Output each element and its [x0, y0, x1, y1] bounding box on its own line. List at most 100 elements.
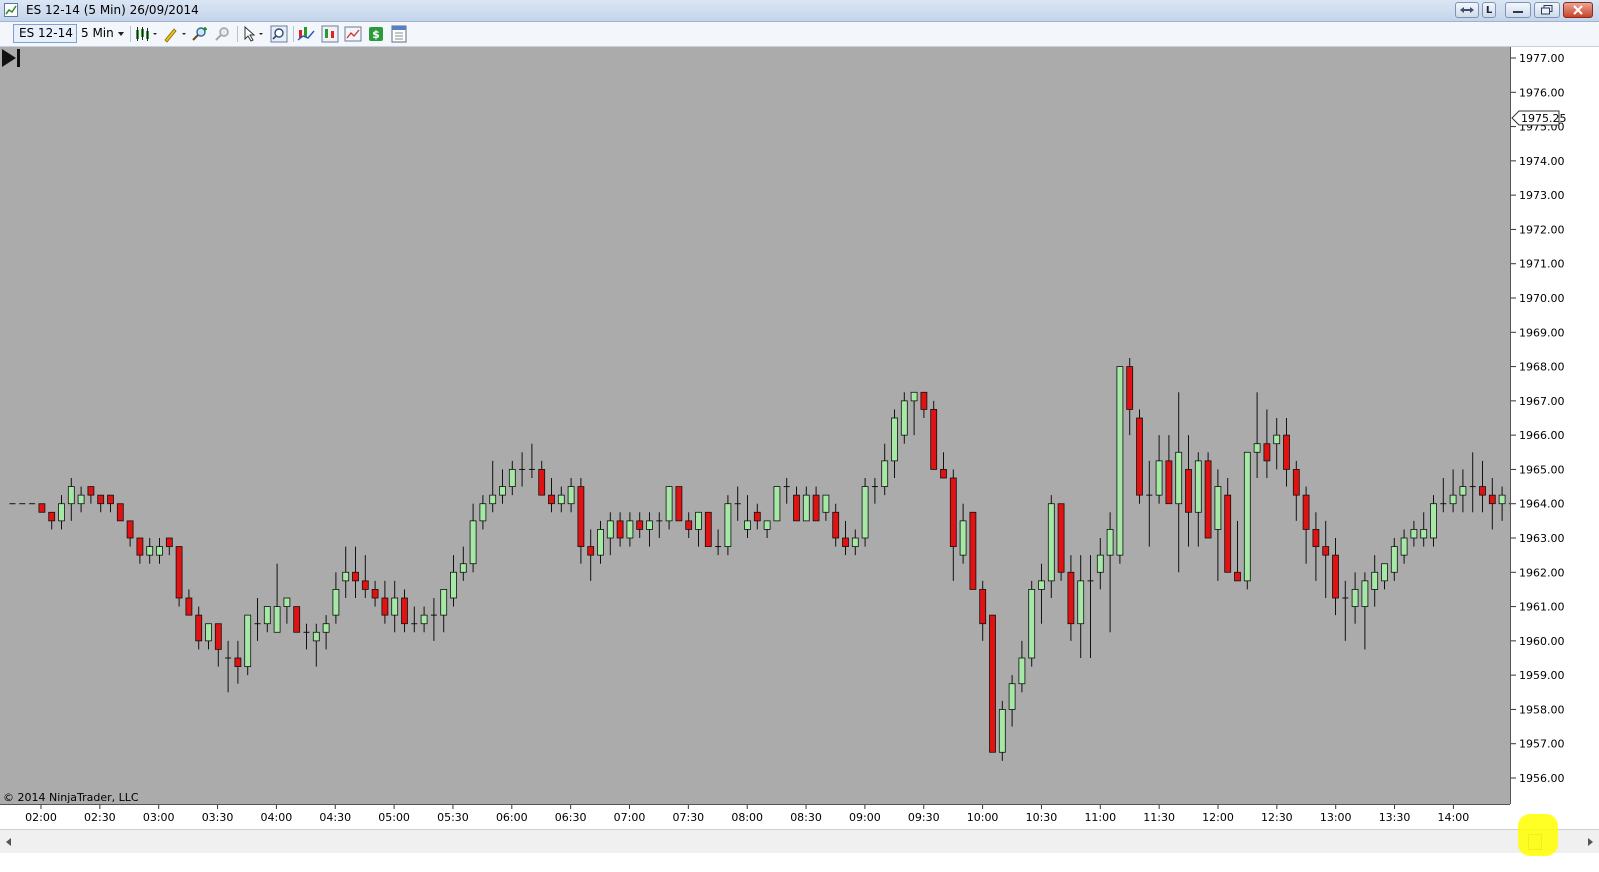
minimize-button[interactable]: [1505, 2, 1531, 18]
candle-body-up: [420, 614, 428, 625]
candle-body-up: [312, 631, 320, 642]
candle-body-down: [1302, 494, 1310, 530]
candle-body-down: [1263, 443, 1271, 462]
candle: [793, 486, 800, 522]
time-axis[interactable]: 02:00 02:30 03:00 03:30 04:00 04:30 05:00 05:30…: [0, 804, 1510, 829]
candle: [636, 512, 644, 538]
candle: [753, 503, 761, 530]
candle: [225, 640, 232, 693]
price-tick-label: 1977.00: [1519, 52, 1565, 65]
price-tick-label: 1976.00: [1519, 86, 1565, 99]
candle-body-up: [1273, 434, 1281, 445]
candle: [411, 606, 418, 633]
candle-body-down: [1322, 546, 1330, 556]
horizontal-scrollbar[interactable]: [0, 829, 1599, 853]
candle-body-down: [1165, 460, 1173, 505]
cursor-icon[interactable]: [242, 25, 268, 43]
candle-body-up: [479, 503, 487, 522]
candle-body-down: [1224, 494, 1232, 573]
time-tick-label: 03:30: [202, 811, 234, 824]
candle: [1263, 409, 1271, 478]
candle-body-up: [440, 589, 448, 616]
indicators-icon[interactable]: [297, 25, 315, 43]
instrument-selector[interactable]: ES 12-14: [13, 24, 77, 53]
draw-tool-icon[interactable]: [162, 25, 188, 43]
link-button[interactable]: L: [1482, 2, 1496, 18]
candle: [842, 520, 849, 556]
price-tick-label: 1956.00: [1519, 772, 1565, 785]
dollar-icon[interactable]: $: [367, 25, 385, 43]
price-axis[interactable]: 1977.00 1976.00 1975.00 1974.00 1973.00 1972.…: [1510, 47, 1599, 804]
close-button[interactable]: [1563, 2, 1593, 18]
candle: [107, 494, 114, 513]
candle: [851, 529, 859, 556]
candle: [67, 478, 75, 521]
candle-body-down: [1136, 417, 1143, 496]
candle: [548, 478, 555, 513]
candle-body-down: [97, 494, 105, 505]
window-titlebar: ES 12-14 (5 Min) 26/09/2014 L: [0, 0, 1599, 22]
data-box-icon[interactable]: [390, 25, 408, 43]
chart-properties-icon[interactable]: [344, 25, 362, 43]
candle: [1449, 469, 1457, 513]
candle: [401, 589, 408, 633]
candle: [58, 495, 65, 530]
restore-icon: [1541, 5, 1553, 15]
magnifier-icon[interactable]: [270, 25, 288, 43]
candle: [254, 598, 261, 641]
scroll-to-end-icon[interactable]: [0, 47, 22, 69]
candle: [156, 538, 163, 564]
candle: [1381, 563, 1388, 590]
candle-body-down: [1204, 460, 1212, 539]
candle-body-up: [822, 494, 830, 513]
candle-body-down: [1283, 434, 1290, 470]
candle-body-up: [1047, 503, 1055, 582]
chart-panel[interactable]: © 2014 NinjaTrader, LLC: [0, 47, 1510, 804]
candle-body-down: [1067, 571, 1075, 625]
candle-body-down: [48, 511, 56, 522]
candle: [322, 615, 330, 650]
candle-body-up: [450, 571, 457, 599]
candle-body-down: [1332, 554, 1339, 599]
time-tick-label: 07:30: [672, 811, 704, 824]
candle: [773, 486, 781, 522]
bar-type-icon[interactable]: [134, 25, 160, 43]
candle-body-up: [1410, 529, 1418, 539]
candle-body-up: [1459, 486, 1467, 496]
candle-body-down: [401, 597, 408, 625]
time-tick-label: 04:30: [319, 811, 351, 824]
candle: [116, 503, 124, 522]
candle-body-up: [1430, 503, 1437, 539]
maximize-button[interactable]: [1534, 2, 1560, 18]
candle-body-up: [567, 486, 575, 505]
zoom-out-icon[interactable]: [214, 25, 232, 43]
candle-body-down: [1488, 494, 1496, 505]
candle-body-up: [1028, 589, 1036, 659]
candle: [969, 511, 977, 590]
candle: [1459, 469, 1467, 513]
candle: [332, 572, 340, 624]
candle: [1106, 512, 1114, 633]
candle-body-up: [1096, 554, 1104, 573]
candle: [1440, 478, 1447, 513]
candle: [783, 478, 790, 504]
candle: [1194, 452, 1202, 547]
candle-body-down: [685, 520, 693, 530]
candle: [1067, 555, 1075, 641]
scroll-right-arrow-icon[interactable]: [1585, 837, 1595, 847]
candle: [1146, 460, 1153, 547]
candle-body-up: [469, 520, 477, 565]
price-chart: [9, 358, 1510, 761]
candle-body-up: [459, 563, 467, 573]
zoom-in-icon[interactable]: [191, 25, 209, 43]
restore-size-button[interactable]: [1455, 2, 1479, 18]
candle-body-down: [165, 537, 173, 547]
candle: [1175, 392, 1183, 573]
candle-body-down: [1234, 571, 1241, 582]
strategies-icon[interactable]: [321, 25, 339, 43]
candle: [1273, 418, 1281, 470]
candle: [1018, 640, 1026, 693]
candle-body-up: [998, 709, 1006, 753]
period-selector[interactable]: 5 Min: [81, 24, 125, 43]
scroll-left-arrow-icon[interactable]: [4, 837, 14, 847]
